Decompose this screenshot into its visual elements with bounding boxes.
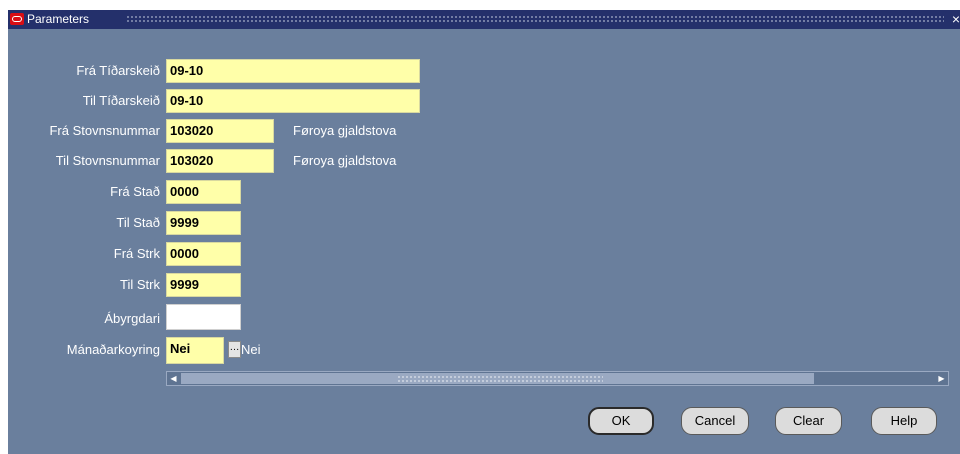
scrollbar-thumb[interactable] bbox=[181, 373, 814, 384]
cancel-button[interactable]: Cancel bbox=[681, 407, 749, 435]
desc-fra-stovnsnummar: Føroya gjaldstova bbox=[293, 123, 397, 138]
input-fra-tidarskeid[interactable]: 09-10 bbox=[166, 59, 420, 83]
label-manadarkoyring: Mánaðarkoyring bbox=[66, 342, 160, 357]
label-fra-stad: Frá Stað bbox=[110, 184, 160, 199]
scrollbar-grip bbox=[397, 375, 603, 382]
input-manadarkoyring[interactable]: Nei bbox=[166, 337, 224, 364]
close-icon[interactable]: × bbox=[952, 11, 960, 27]
input-abyrgdari[interactable] bbox=[166, 304, 241, 330]
label-fra-tidarskeid: Frá Tíðarskeið bbox=[76, 63, 160, 78]
desc-manadarkoyring: Nei bbox=[241, 342, 261, 357]
input-til-stad[interactable]: 9999 bbox=[166, 211, 241, 235]
label-til-stovnsnummar: Til Stovnsnummar bbox=[55, 153, 160, 168]
help-button[interactable]: Help bbox=[871, 407, 937, 435]
input-til-tidarskeid[interactable]: 09-10 bbox=[166, 89, 420, 113]
oracle-logo-icon bbox=[10, 13, 24, 25]
input-til-stovnsnummar[interactable]: 103020 bbox=[166, 149, 274, 173]
horizontal-scrollbar[interactable]: ◀ ▶ bbox=[166, 371, 949, 386]
input-til-strk[interactable]: 9999 bbox=[166, 273, 241, 297]
label-abyrgdari: Ábyrgdari bbox=[104, 311, 160, 326]
label-fra-stovnsnummar: Frá Stovnsnummar bbox=[49, 123, 160, 138]
parameters-window: Parameters × Frá Tíðarskeið 09-10 Til Tí… bbox=[8, 10, 960, 454]
title-bar-grip bbox=[126, 15, 944, 24]
label-til-strk: Til Strk bbox=[120, 277, 160, 292]
input-fra-stovnsnummar[interactable]: 103020 bbox=[166, 119, 274, 143]
ellipsis-icon[interactable]: … bbox=[228, 341, 241, 358]
clear-button[interactable]: Clear bbox=[775, 407, 842, 435]
input-fra-stad[interactable]: 0000 bbox=[166, 180, 241, 204]
desc-til-stovnsnummar: Føroya gjaldstova bbox=[293, 153, 397, 168]
label-til-stad: Til Stað bbox=[116, 215, 160, 230]
left-arrow-icon[interactable]: ◀ bbox=[169, 373, 178, 384]
right-arrow-icon[interactable]: ▶ bbox=[937, 373, 946, 384]
label-til-tidarskeid: Til Tíðarskeið bbox=[82, 93, 160, 108]
input-fra-strk[interactable]: 0000 bbox=[166, 242, 241, 266]
label-fra-strk: Frá Strk bbox=[113, 246, 160, 261]
ok-button[interactable]: OK bbox=[588, 407, 654, 435]
title-bar[interactable]: Parameters × bbox=[8, 10, 960, 29]
window-title: Parameters bbox=[27, 12, 90, 26]
